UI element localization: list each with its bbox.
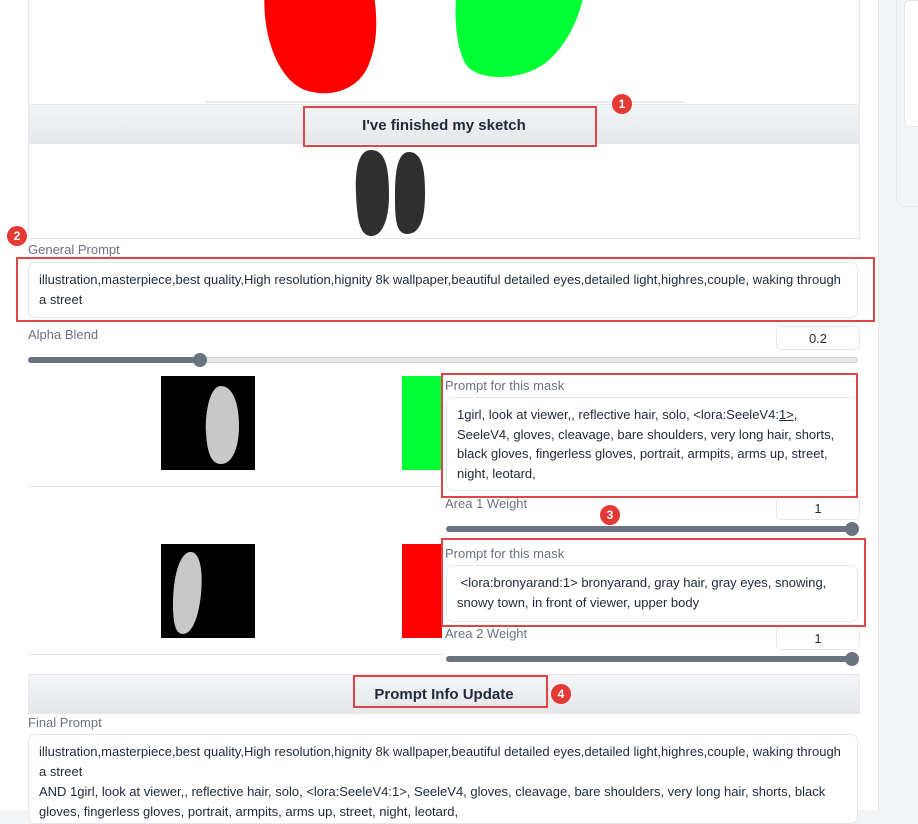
red-stroke [264, 0, 377, 94]
sketch-canvas[interactable] [28, 0, 860, 105]
mask-2-prompt-label: Prompt for this mask [445, 546, 565, 561]
alpha-blend-label: Alpha Blend [28, 327, 99, 342]
mask-2-shape [173, 551, 202, 634]
final-prompt-line-1: illustration,masterpiece,best quality,Hi… [39, 744, 845, 779]
alpha-blend-fill [28, 357, 200, 363]
sketch-preview [28, 144, 860, 239]
final-prompt-line-2: AND 1girl, look at viewer,, reflective h… [39, 784, 829, 819]
general-prompt-label: General Prompt [28, 242, 120, 257]
sketch-strokes [205, 0, 685, 103]
area-1-weight-label: Area 1 Weight [445, 496, 528, 511]
mask-2-image [161, 544, 255, 638]
sketch-preview-mask [355, 150, 425, 236]
prompt-info-update-label: Prompt Info Update [374, 685, 514, 703]
area-2-weight-track[interactable] [446, 656, 856, 662]
area-2-weight-input[interactable]: 1 [776, 626, 860, 650]
mask-1-prompt-label: Prompt for this mask [445, 378, 565, 393]
area-1-weight-track[interactable] [446, 526, 856, 532]
prompt-info-update-button[interactable]: Prompt Info Update [28, 674, 860, 714]
final-prompt-label: Final Prompt [28, 715, 102, 730]
annotation-badge-2: 2 [7, 226, 27, 246]
mask-1-image [161, 376, 255, 470]
mask-2-prompt-input[interactable]: <lora:bronyarand:1> bronyarand, gray hai… [446, 565, 858, 622]
annotation-badge-3: 3 [600, 505, 620, 525]
green-stroke [455, 0, 583, 77]
general-prompt-input[interactable]: illustration,masterpiece,best quality,Hi… [28, 262, 858, 318]
mask-1-color-swatch [402, 376, 442, 470]
annotation-badge-4: 4 [551, 684, 571, 704]
side-card-inner [904, 0, 918, 127]
mask-1-prompt-input[interactable]: 1girl, look at viewer,, reflective hair,… [446, 397, 858, 491]
finish-sketch-label: I've finished my sketch [362, 116, 526, 134]
area-1-weight-input[interactable]: 1 [776, 496, 860, 520]
area-2-weight-slider-thumb[interactable] [845, 652, 859, 666]
alpha-blend-slider-thumb[interactable] [193, 353, 207, 367]
area-2-weight-label: Area 2 Weight [445, 626, 528, 641]
area-1-weight-slider-thumb[interactable] [845, 522, 859, 536]
finish-sketch-button[interactable]: I've finished my sketch [28, 104, 860, 146]
annotation-badge-1: 1 [612, 94, 632, 114]
mask-1-shape [205, 386, 239, 464]
mask-2-color-swatch [402, 544, 442, 638]
alpha-blend-number-input[interactable]: 0.2 [776, 326, 860, 350]
final-prompt-output[interactable]: illustration,masterpiece,best quality,Hi… [28, 734, 858, 824]
